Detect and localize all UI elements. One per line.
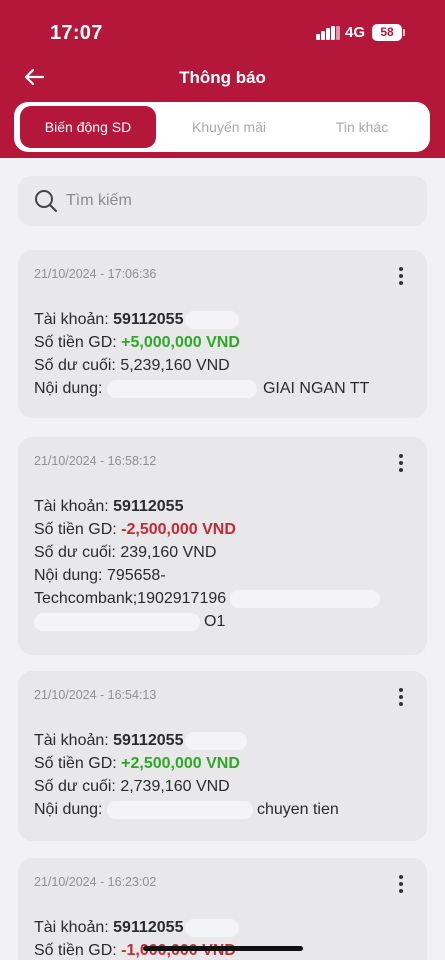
account-label: Tài khoản:	[34, 919, 114, 936]
notification-datetime: 21/10/2024 - 16:58:12	[34, 454, 157, 468]
status-bar: 17:07 4G 58	[0, 0, 445, 62]
account-number: 59112055	[113, 311, 184, 328]
search-input[interactable]	[66, 176, 406, 226]
content-line: Nội dung: 795658-	[34, 564, 414, 587]
content-line: Nội dung: GIAI NGAN TT	[34, 377, 414, 400]
balance-line: Số dư cuối: 5,239,160 VND	[34, 357, 230, 374]
amount-label: Số tiền GD:	[34, 334, 122, 351]
notification-card[interactable]: 21/10/2024 - 17:06:36 Tài khoản: 5911205…	[18, 250, 427, 418]
content-line: Nội dung: chuyen tien	[34, 798, 414, 821]
account-number: 59112055	[113, 919, 184, 936]
status-time: 17:07	[50, 22, 103, 44]
account-line: Tài khoản: 59112055	[34, 729, 414, 752]
content-label: Nội dung:	[34, 567, 107, 584]
page-title: Thông báo	[179, 68, 266, 87]
account-line: Tài khoản: 59112055	[34, 916, 414, 939]
notification-datetime: 21/10/2024 - 16:23:02	[34, 875, 157, 889]
notification-datetime: 21/10/2024 - 17:06:36	[34, 267, 157, 281]
amount-line: Số tiền GD: -2,500,000 VND	[34, 518, 414, 541]
amount-line: Số tiền GD: +5,000,000 VND	[34, 331, 414, 354]
more-options-icon[interactable]	[391, 872, 411, 896]
search-icon	[35, 190, 58, 213]
network-type: 4G	[345, 24, 366, 41]
redaction-mask	[185, 918, 240, 937]
battery-icon: 58	[372, 24, 405, 41]
tab-balance-changes[interactable]: Biến động SD	[20, 106, 156, 148]
more-options-icon[interactable]	[391, 451, 411, 475]
app-header: 17:07 4G 58 Thông báo Biến động SD Khuyế…	[0, 0, 445, 158]
redaction-mask	[34, 612, 200, 631]
amount-label: Số tiền GD:	[34, 755, 122, 772]
redaction-mask	[106, 800, 253, 819]
redaction-mask	[185, 310, 240, 329]
tab-other-news[interactable]: Tin khác	[298, 106, 426, 148]
transaction-amount: +5,000,000 VND	[121, 334, 240, 351]
redaction-mask	[106, 379, 257, 398]
amount-label: Số tiền GD:	[34, 521, 122, 538]
account-line: Tài khoản: 59112055	[34, 308, 414, 331]
content-line: O1	[34, 610, 414, 633]
content-text: 795658-	[106, 567, 166, 584]
redaction-mask	[185, 731, 248, 750]
account-label: Tài khoản:	[34, 311, 114, 328]
tab-promotions[interactable]: Khuyến mãi	[162, 106, 296, 148]
signal-icon	[316, 26, 340, 40]
account-number: 59112055	[113, 732, 184, 749]
notification-card[interactable]: 21/10/2024 - 16:23:02 Tài khoản: 5911205…	[18, 858, 427, 960]
account-label: Tài khoản:	[34, 498, 114, 515]
content-text: O1	[204, 613, 226, 630]
account-number: 59112055	[113, 498, 184, 515]
more-options-icon[interactable]	[391, 264, 411, 288]
amount-label: Số tiền GD:	[34, 942, 122, 959]
balance-line: Số dư cuối: 239,160 VND	[34, 544, 217, 561]
more-options-icon[interactable]	[391, 685, 411, 709]
notification-card[interactable]: 21/10/2024 - 16:54:13 Tài khoản: 5911205…	[18, 671, 427, 841]
notification-card[interactable]: 21/10/2024 - 16:58:12 Tài khoản: 5911205…	[18, 437, 427, 655]
amount-line: Số tiền GD: +2,500,000 VND	[34, 752, 414, 775]
account-label: Tài khoản:	[34, 732, 114, 749]
content-text: GIAI NGAN TT	[262, 380, 370, 397]
transaction-amount: +2,500,000 VND	[121, 755, 240, 772]
content-text: Techcombank;1902917196	[34, 590, 227, 607]
redaction-mask	[230, 589, 381, 608]
content-label: Nội dung:	[34, 801, 107, 818]
content-label: Nội dung:	[34, 380, 107, 397]
balance-line: Số dư cuối: 2,739,160 VND	[34, 778, 230, 795]
transaction-amount: -2,500,000 VND	[121, 521, 236, 538]
account-line: Tài khoản: 59112055	[34, 495, 414, 518]
notification-datetime: 21/10/2024 - 16:54:13	[34, 688, 157, 702]
content-text: chuyen tien	[256, 801, 339, 818]
tab-bar: Biến động SD Khuyến mãi Tin khác	[14, 102, 430, 152]
content-line: Techcombank;1902917196	[34, 587, 414, 610]
search-bar[interactable]	[18, 176, 427, 226]
home-indicator[interactable]	[143, 946, 303, 951]
